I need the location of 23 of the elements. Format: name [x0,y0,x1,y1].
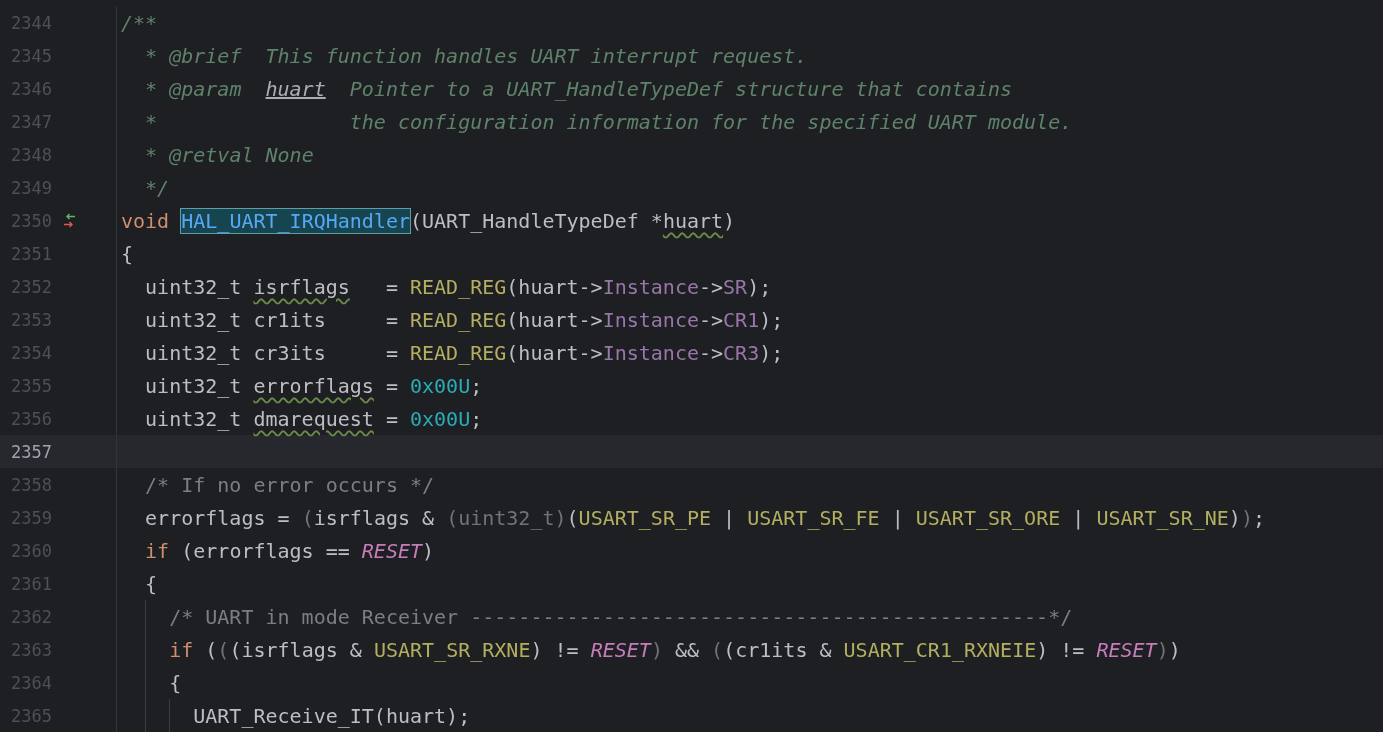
code-line: /* UART in mode Receiver ------------------------------------------------*/ [168,604,1073,629]
code-line: if (errorflags == RESET) [144,538,435,563]
code-line: uint32_t errorflags = 0x00U; [144,373,483,398]
code-line: if (((isrflags & USART_SR_RXNE) != RESET) && ((cr1its & USART_CR1_RXNEIE) != RESET)) [168,637,1181,662]
code-line: uint32_t cr1its = READ_REG(huart->Instance->CR1); [144,307,784,332]
code-line: errorflags = (isrflags & (uint32_t)(USART_SR_PE | USART_SR_FE | USART_SR_ORE | USART_SR_NE)); [144,505,1265,530]
code-line: * @brief This function handles UART interrupt request. [144,43,808,68]
code-line: /** [121,10,158,35]
code-line: * @retval None [144,142,314,167]
line-number: 2357 [10,441,53,462]
code-line: uint32_t cr3its = READ_REG(huart->Instance->CR3); [144,340,784,365]
code-line: * the configuration information for the specified UART module. [144,109,1073,134]
code-line: void HAL_UART_IRQHandler(UART_HandleTypeDef *huart) [121,208,736,233]
code-line: { [144,571,158,596]
code-line: { [168,670,182,695]
code-line: /* If no error occurs */ [144,472,435,497]
code-line: */ [144,175,170,200]
code-line: { [121,241,134,266]
gutter-arrows-icon[interactable] [63,212,77,229]
code-line: uint32_t dmarequest = 0x00U; [144,406,483,431]
code-line: UART_Receive_IT(huart); [192,703,471,728]
code-line: * @param huart Pointer to a UART_HandleTypeDef structure that contains [144,76,1013,101]
code-line: uint32_t isrflags = READ_REG(huart->Instance->SR); [144,274,772,299]
